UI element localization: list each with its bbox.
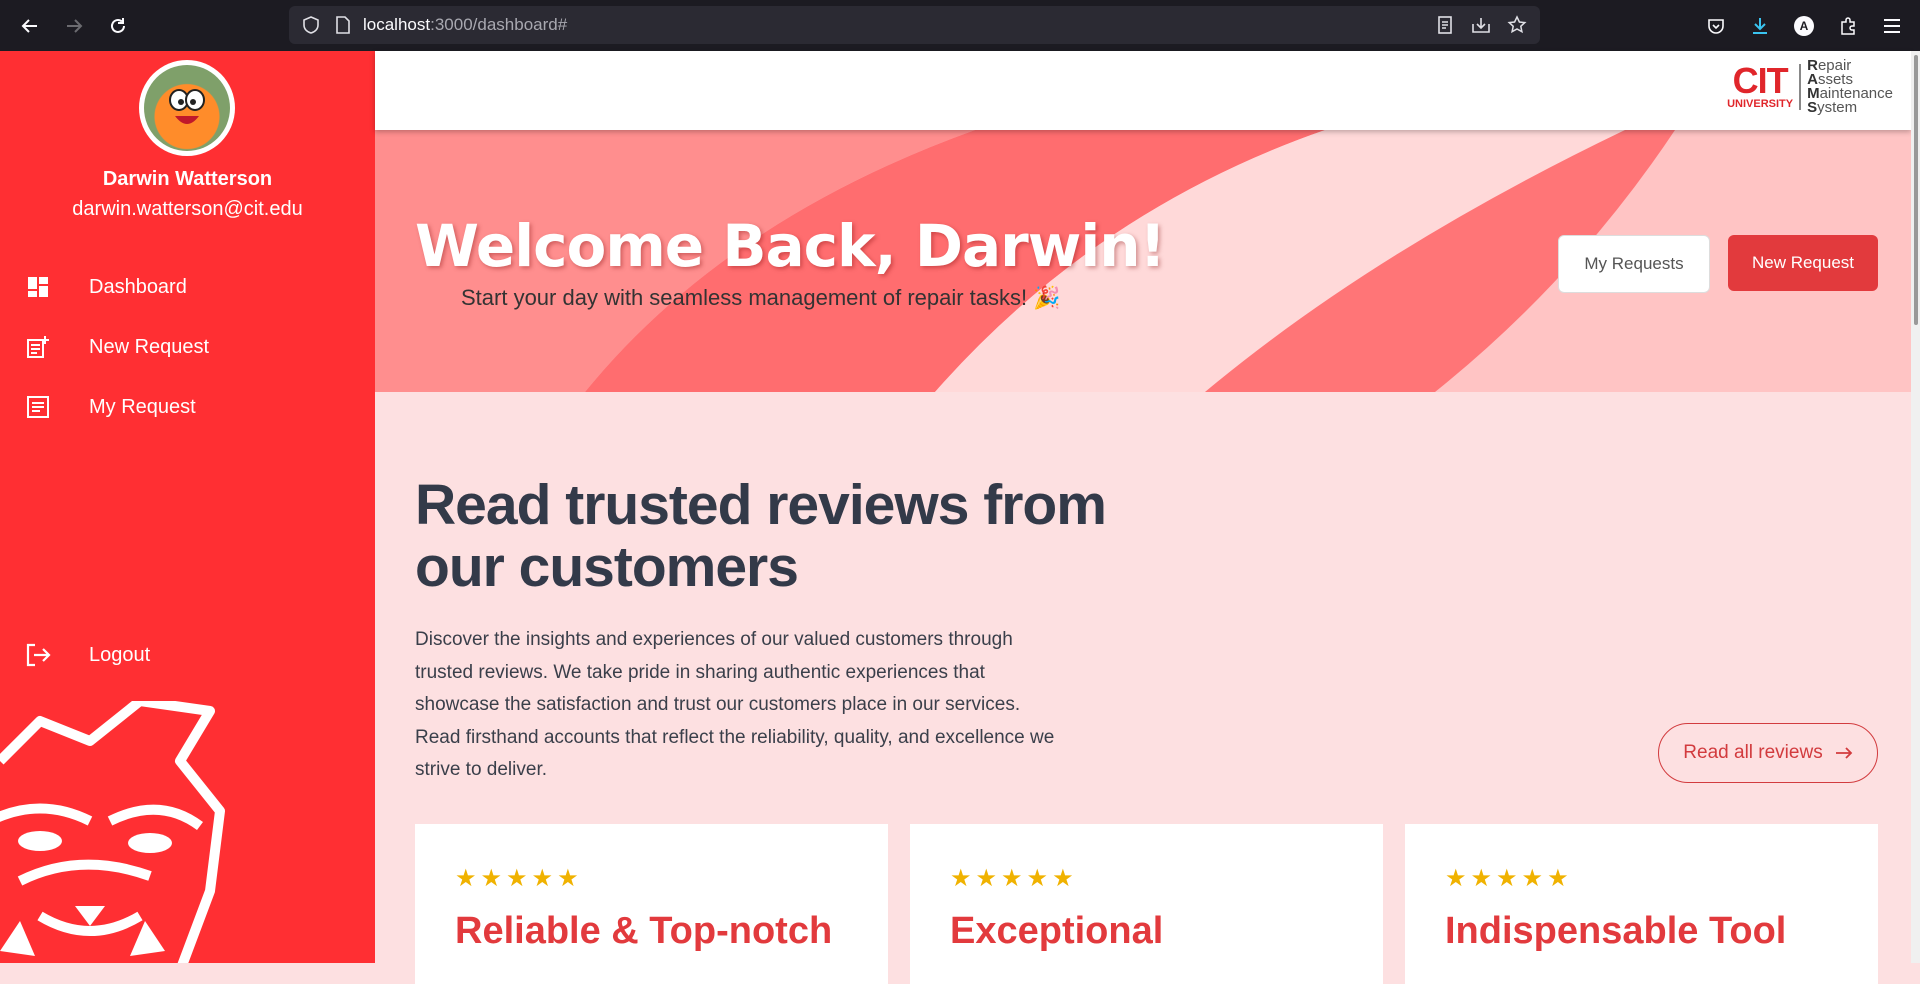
rams-logo[interactable]: CIT UNIVERSITY Repair Assets Maintenance…	[1727, 57, 1893, 116]
user-email: darwin.watterson@cit.edu	[72, 198, 303, 220]
bookmark-star-icon[interactable]	[1502, 15, 1532, 35]
downloads-button[interactable]	[1738, 4, 1782, 48]
my-request-icon	[20, 395, 56, 419]
welcome-title: Welcome Back, Darwin!	[415, 212, 1166, 280]
account-button[interactable]: A	[1782, 4, 1826, 48]
star-rating: ★★★★★	[1445, 865, 1573, 892]
logo-rams-text: Repair Assets Maintenance System	[1807, 57, 1893, 116]
download-icon	[1753, 17, 1767, 34]
review-card[interactable]: ★★★★★ Indispensable Tool	[1405, 824, 1878, 984]
read-all-reviews-label: Read all reviews	[1683, 742, 1823, 763]
arrow-right-icon	[67, 18, 83, 33]
user-name: Darwin Watterson	[102, 168, 273, 190]
puzzle-icon	[1841, 16, 1855, 35]
url-host: localhost	[363, 15, 431, 34]
url-path: :3000/dashboard#	[430, 15, 568, 34]
my-requests-button[interactable]: My Requests	[1558, 235, 1710, 293]
pocket-button[interactable]	[1694, 4, 1738, 48]
review-title: Reliable & Top-notch	[455, 910, 833, 952]
sidebar-item-dashboard[interactable]: Dashboard	[0, 265, 375, 309]
arrow-left-icon	[21, 18, 37, 33]
new-request-button[interactable]: New Request	[1728, 235, 1878, 291]
logo-cit-text: CIT	[1732, 60, 1789, 101]
extensions-button[interactable]	[1826, 4, 1870, 48]
reviews-heading: Read trusted reviews from our customers	[415, 473, 1107, 599]
account-avatar-icon: A	[1794, 15, 1814, 36]
avatar-image	[144, 65, 230, 151]
reload-button[interactable]	[96, 4, 140, 48]
logout-icon	[20, 643, 56, 667]
sidebar: Darwin Watterson darwin.watterson@cit.ed…	[0, 51, 375, 963]
star-rating: ★★★★★	[950, 865, 1078, 892]
scrollbar-thumb[interactable]	[1914, 55, 1918, 325]
reviews-description: Discover the insights and experiences of…	[415, 629, 1055, 780]
review-title: Indispensable Tool	[1445, 910, 1787, 952]
address-bar[interactable]: localhost:3000/dashboard#	[289, 6, 1540, 44]
logout-label: Logout	[89, 643, 151, 666]
reader-view-icon[interactable]	[1430, 16, 1460, 34]
star-rating: ★★★★★	[455, 865, 583, 892]
welcome-subtitle: Start your day with seamless management …	[461, 285, 1061, 310]
read-all-reviews-button[interactable]: Read all reviews	[1658, 723, 1878, 783]
page-icon	[327, 16, 359, 34]
sidebar-item-my-request[interactable]: My Request	[0, 385, 375, 429]
new-request-icon	[20, 335, 56, 359]
welcome-hero: Welcome Back, Darwin! Start your day wit…	[375, 130, 1911, 392]
arrow-right-icon	[1835, 747, 1852, 759]
forward-button[interactable]	[52, 4, 96, 48]
wildcat-mascot-logo	[0, 701, 225, 963]
dashboard-icon	[20, 275, 56, 299]
sidebar-item-new-request[interactable]: New Request	[0, 325, 375, 369]
sidebar-item-label: New Request	[89, 335, 210, 358]
logo-university-text: UNIVERSITY	[1727, 98, 1794, 110]
review-card[interactable]: ★★★★★ Reliable & Top-notch	[415, 824, 888, 984]
back-button[interactable]	[8, 4, 52, 48]
top-header: CIT UNIVERSITY Repair Assets Maintenance…	[375, 51, 1911, 130]
reload-icon	[111, 17, 125, 33]
save-to-pocket-page-icon[interactable]	[1466, 16, 1496, 34]
menu-button[interactable]	[1870, 4, 1914, 48]
sidebar-item-label: My Request	[89, 395, 196, 418]
shield-icon[interactable]	[295, 16, 327, 34]
sidebar-item-label: Dashboard	[89, 275, 187, 298]
review-title: Exceptional	[950, 910, 1164, 952]
url-text: localhost:3000/dashboard#	[363, 15, 567, 35]
review-card[interactable]: ★★★★★ Exceptional	[910, 824, 1383, 984]
hamburger-icon	[1884, 18, 1900, 33]
logout-button[interactable]: Logout	[0, 633, 375, 677]
pocket-icon	[1708, 18, 1724, 34]
browser-toolbar: localhost:3000/dashboard# A	[0, 0, 1920, 51]
avatar[interactable]	[139, 60, 235, 156]
